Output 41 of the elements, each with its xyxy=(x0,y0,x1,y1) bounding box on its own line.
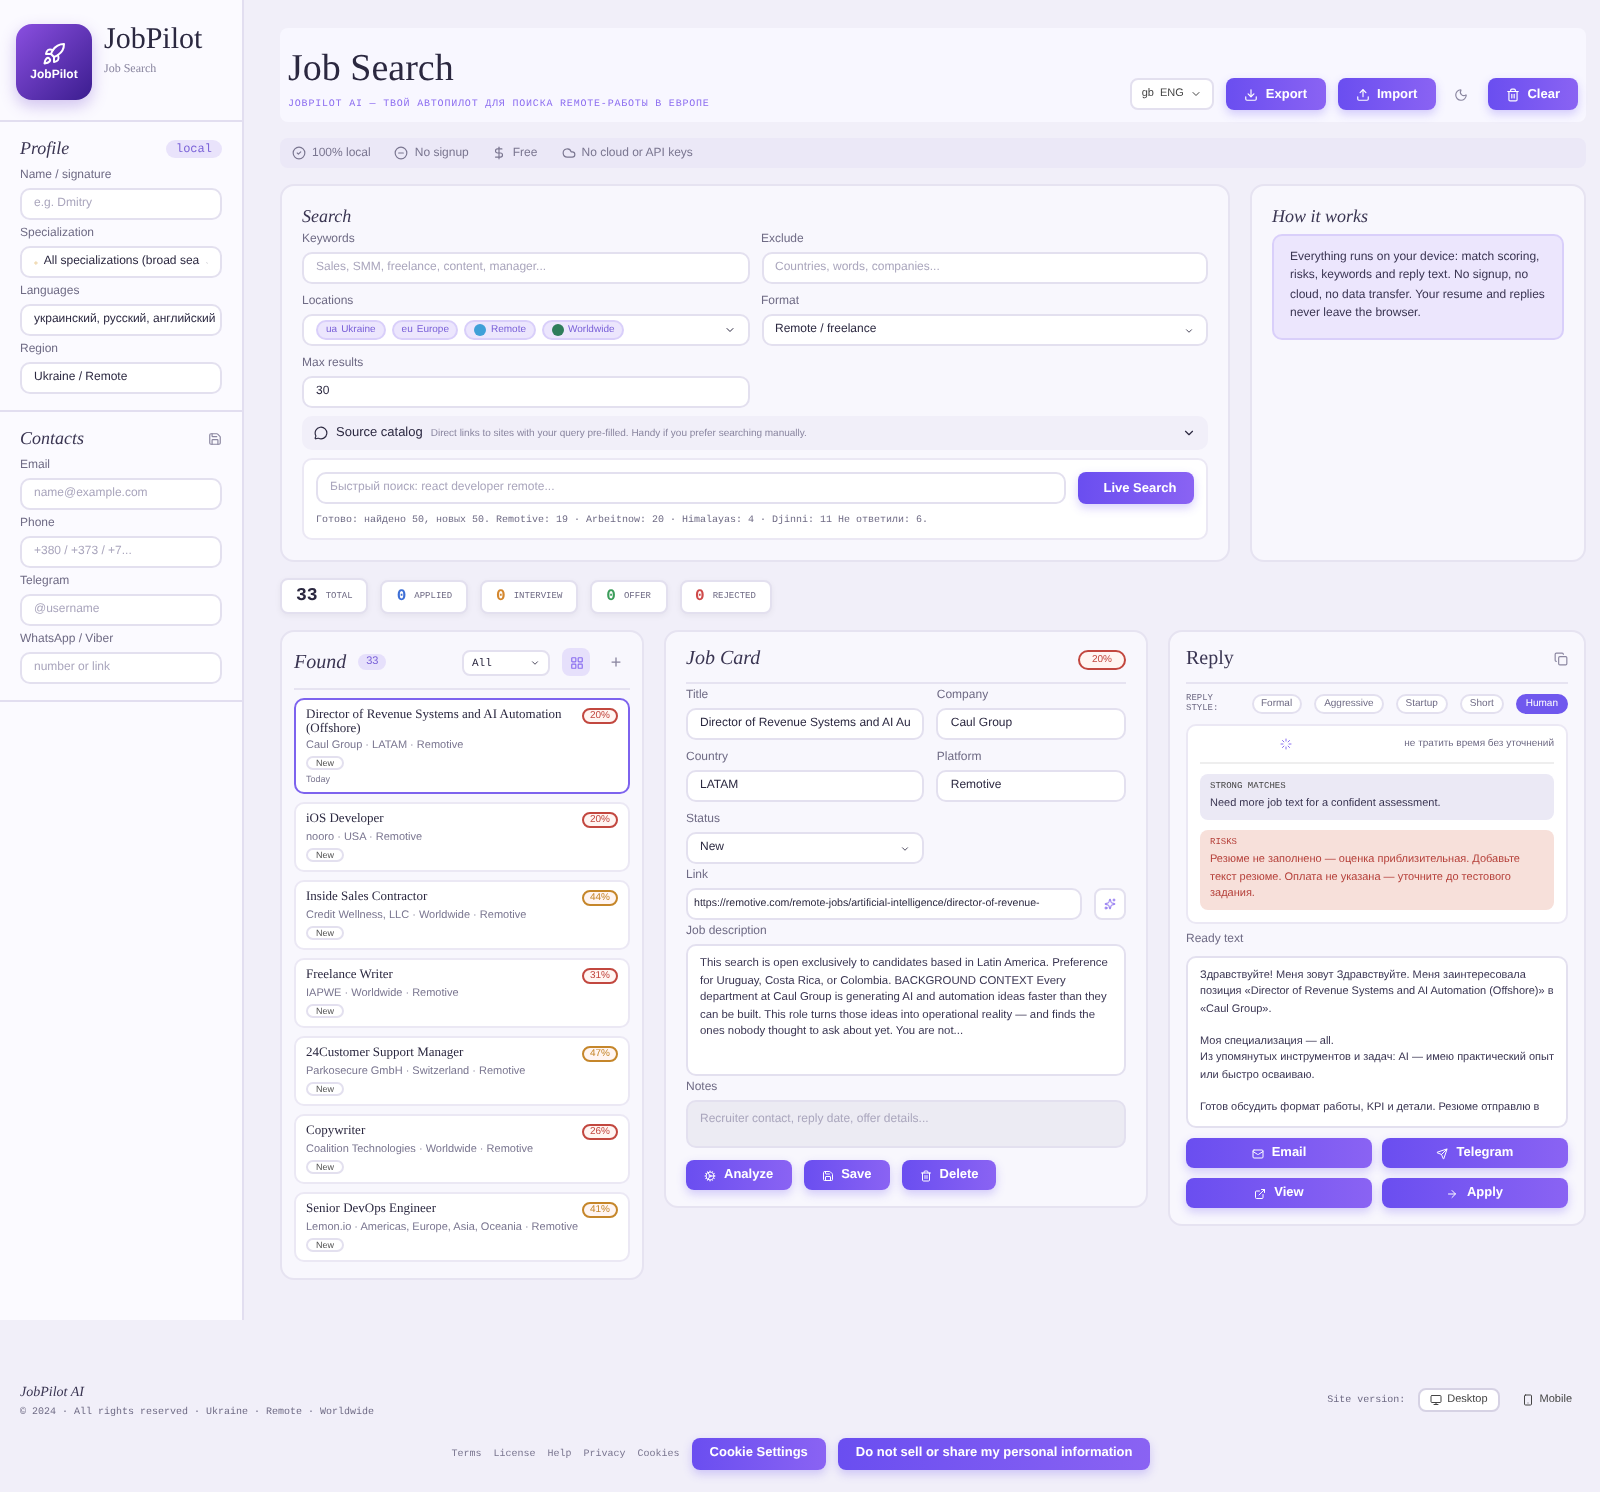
spinner-icon xyxy=(1280,738,1292,750)
monitor-icon xyxy=(1429,1394,1442,1406)
check-circle-icon xyxy=(292,146,306,160)
rocket-icon xyxy=(42,42,66,66)
stat-value: 33 xyxy=(296,586,318,606)
app-name: JobPilot xyxy=(104,24,203,58)
paper-plane-icon xyxy=(1436,1147,1449,1160)
copy-icon xyxy=(1554,652,1568,666)
trash-icon xyxy=(1505,87,1520,101)
link-action-button[interactable] xyxy=(1094,888,1126,920)
cloud-icon xyxy=(561,146,576,160)
section-title: Contacts xyxy=(20,428,85,448)
panel-title: Reply xyxy=(1186,648,1234,670)
stat-value: 0 xyxy=(606,587,616,605)
panel-title: Found xyxy=(294,651,347,673)
chat-bubble-icon xyxy=(314,426,328,440)
minus-circle-icon xyxy=(394,146,409,160)
gear-icon xyxy=(704,1169,716,1181)
arrow-right-icon xyxy=(1446,1187,1459,1200)
section-title: Profile xyxy=(20,138,70,158)
floppy-icon xyxy=(821,1169,834,1181)
floppy-icon xyxy=(208,431,222,445)
card-title: Search xyxy=(302,206,354,226)
stat-value: 0 xyxy=(695,587,705,605)
page-title: Job Search xyxy=(288,48,456,92)
mail-icon xyxy=(1251,1147,1264,1160)
grid-icon xyxy=(569,655,583,669)
upload-icon xyxy=(1355,87,1369,101)
phone-icon xyxy=(1521,1394,1534,1406)
trash-icon xyxy=(919,1169,932,1181)
panel-title: Job Card xyxy=(686,648,761,670)
moon-icon xyxy=(1454,87,1469,101)
grid-view-toggle[interactable] xyxy=(562,648,590,676)
download-icon xyxy=(1243,87,1258,101)
sparkle-icon xyxy=(1104,898,1116,910)
stat-value: 0 xyxy=(396,587,407,605)
dollar-icon xyxy=(492,146,507,160)
external-link-icon xyxy=(1254,1187,1267,1200)
card-title: How it works xyxy=(1272,206,1371,226)
stat-value: 0 xyxy=(496,587,506,605)
add-button[interactable]: + xyxy=(602,648,630,676)
